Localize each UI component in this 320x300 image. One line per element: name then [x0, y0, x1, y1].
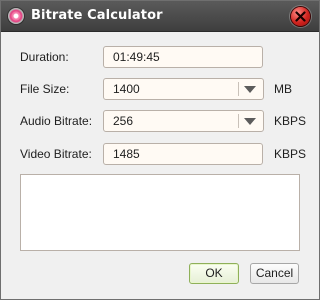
file-size-label: File Size: — [20, 82, 70, 96]
audio-bitrate-label: Audio Bitrate: — [20, 114, 93, 128]
audio-bitrate-combobox[interactable]: 256 — [103, 110, 264, 132]
video-bitrate-unit: KBPS — [274, 147, 307, 161]
title-bar[interactable]: Bitrate Calculator — [1, 1, 319, 32]
close-icon — [295, 11, 306, 22]
file-size-value: 1400 — [113, 82, 140, 96]
output-textarea[interactable] — [20, 174, 300, 251]
bitrate-calculator-dialog: Bitrate Calculator Duration: File Size: … — [0, 0, 320, 300]
cancel-button[interactable]: Cancel — [250, 263, 299, 284]
chevron-down-icon[interactable] — [244, 86, 256, 93]
audio-bitrate-unit: KBPS — [274, 114, 307, 128]
chevron-down-icon[interactable] — [244, 118, 256, 125]
video-bitrate-label: Video Bitrate: — [20, 147, 92, 161]
file-size-unit: MB — [274, 82, 292, 96]
file-size-combobox[interactable]: 1400 — [103, 78, 264, 100]
ok-button[interactable]: OK — [189, 263, 239, 284]
window-title: Bitrate Calculator — [31, 8, 163, 23]
combo-separator — [238, 82, 239, 96]
audio-bitrate-value: 256 — [113, 114, 134, 128]
video-bitrate-input[interactable] — [103, 143, 263, 165]
duration-input[interactable] — [103, 46, 263, 68]
combo-separator — [238, 114, 239, 128]
duration-label: Duration: — [20, 50, 69, 64]
close-button[interactable] — [291, 7, 310, 26]
disc-icon — [8, 8, 24, 24]
